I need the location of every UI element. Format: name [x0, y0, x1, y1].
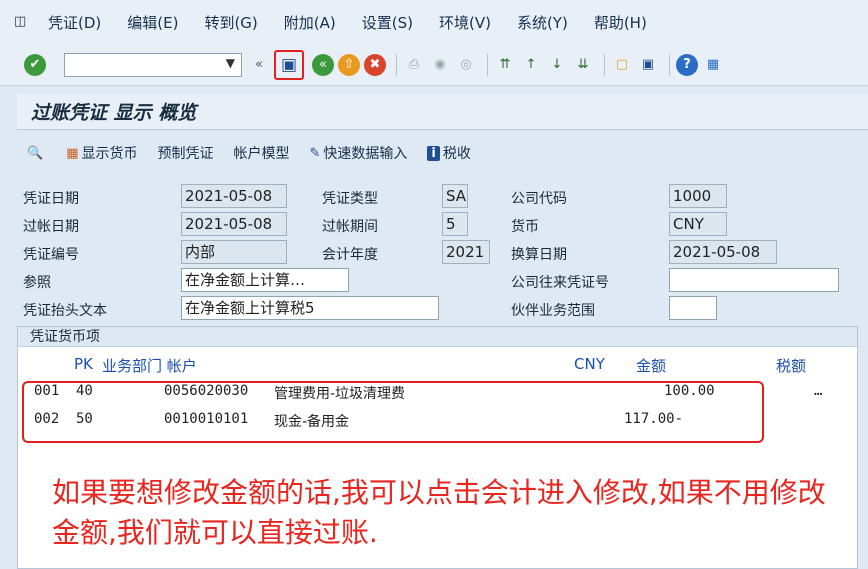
first-page-icon[interactable]: ⇈ [494, 54, 516, 76]
fiscal-year-label: 会计年度 [322, 247, 378, 263]
next-page-icon[interactable]: ↓ [546, 54, 568, 76]
display-currency-button[interactable]: ▦ 显示货币 [66, 143, 137, 163]
application-toolbar: 🔍 ▦ 显示货币 预制凭证 帐户模型 ✎ 快速数据输入 i 税收 [17, 136, 868, 170]
menu-bar: ◫ 凭证(D) 编辑(E) 转到(G) 附加(A) 设置(S) 环境(V) 系统… [0, 0, 868, 44]
back-icon[interactable]: « [312, 53, 334, 76]
currency-icon: ▦ [66, 145, 79, 161]
currency-field[interactable]: CNY [669, 212, 727, 236]
currency-label: 货币 [511, 219, 539, 235]
reference-field[interactable]: 在净金额上计算… [181, 268, 349, 292]
document-header: 凭证日期 2021-05-08 凭证类型 SA 公司代码 1000 过帐日期 2… [17, 178, 868, 326]
column-amount: 金额 [636, 357, 667, 375]
period-field[interactable]: 5 [442, 212, 468, 236]
line-items-panel: 凭证货币项 PK 业务部门 帐户 CNY 金额 税额 001 40 005602… [17, 326, 858, 569]
park-document-button[interactable]: 预制凭证 [157, 143, 213, 163]
fast-data-entry-button[interactable]: ✎ 快速数据输入 [309, 143, 407, 163]
annotation-text: 如果要想修改金额的话,我可以点击会计进入修改,如果不用修改金额,我们就可以直接过… [52, 476, 826, 549]
company-code-field[interactable]: 1000 [669, 184, 727, 208]
exit-icon[interactable]: ⇧ [338, 53, 360, 76]
column-dept-account: 业务部门 帐户 [102, 357, 197, 375]
posting-date-label: 过帐日期 [23, 219, 79, 235]
header-text-field[interactable]: 在净金额上计算税5 [181, 296, 439, 320]
cross-cc-label: 公司往来凭证号 [511, 275, 609, 291]
park-document-label: 预制凭证 [157, 146, 214, 162]
highlight-box [22, 381, 764, 443]
menu-help[interactable]: 帮助(H) [594, 12, 647, 33]
save-icon[interactable]: ▣ [278, 54, 300, 76]
find-icon[interactable]: ◉ [429, 54, 451, 76]
translation-date-label: 换算日期 [511, 247, 567, 263]
cancel-icon[interactable]: ✖ [364, 53, 386, 76]
reference-label: 参照 [23, 275, 51, 291]
doc-number-label: 凭证编号 [23, 247, 79, 263]
toolbar-separator [604, 53, 605, 76]
toolbar-separator [396, 53, 397, 76]
last-page-icon[interactable]: ⇊ [572, 54, 594, 76]
title-bar: 过账凭证 显示 概览 [17, 94, 868, 130]
print-icon[interactable]: ⎙ [403, 54, 425, 76]
period-label: 过帐期间 [322, 219, 378, 235]
column-currency: CNY [574, 355, 605, 373]
command-field[interactable]: ▼ [64, 52, 242, 77]
trading-partner-field[interactable] [669, 296, 717, 320]
chevron-down-icon[interactable]: ▼ [226, 56, 235, 70]
toolbar-separator [487, 53, 488, 76]
doc-number-field[interactable]: 内部 [181, 240, 287, 264]
enter-icon[interactable]: ✔ [24, 53, 46, 76]
trading-partner-label: 伙伴业务范围 [511, 303, 595, 319]
account-model-button[interactable]: 帐户模型 [233, 143, 289, 163]
company-code-label: 公司代码 [511, 191, 567, 207]
layout-icon[interactable]: ▦ [702, 54, 724, 76]
doc-date-label: 凭证日期 [23, 191, 79, 207]
new-session-icon[interactable]: ▢ [611, 54, 633, 76]
collapse-icon[interactable]: « [248, 54, 270, 76]
header-text-label: 凭证抬头文本 [23, 303, 107, 319]
magnifier-icon: 🔍 [27, 145, 44, 161]
info-icon: i [427, 145, 440, 161]
fast-data-entry-label: 快速数据输入 [323, 146, 408, 162]
menu-edit[interactable]: 编辑(E) [127, 12, 178, 33]
column-pk: PK [74, 355, 93, 373]
system-menu-icon[interactable]: ◫ [14, 14, 30, 30]
taxes-button[interactable]: i 税收 [427, 143, 471, 163]
translation-date-field[interactable]: 2021-05-08 [669, 240, 777, 264]
save-highlight: ▣ [274, 49, 304, 80]
fiscal-year-field[interactable]: 2021 [442, 240, 490, 264]
account-model-label: 帐户模型 [233, 146, 290, 162]
menu-environment[interactable]: 环境(V) [439, 12, 491, 33]
edit-icon: ✎ [309, 145, 321, 161]
help-icon[interactable]: ? [676, 53, 698, 76]
prev-page-icon[interactable]: ↑ [520, 54, 542, 76]
taxes-label: 税收 [442, 146, 471, 162]
doc-type-label: 凭证类型 [322, 191, 378, 207]
tax-amount: … [814, 383, 823, 399]
find-next-icon[interactable]: ◎ [455, 54, 477, 76]
menu-system[interactable]: 系统(Y) [517, 12, 568, 33]
page-title: 过账凭证 显示 概览 [31, 102, 197, 124]
posting-date-field[interactable]: 2021-05-08 [181, 212, 287, 236]
column-tax: 税额 [776, 357, 807, 375]
menu-document[interactable]: 凭证(D) [48, 12, 101, 33]
menu-extras[interactable]: 附加(A) [284, 12, 336, 33]
menu-goto[interactable]: 转到(G) [204, 12, 257, 33]
items-section-title: 凭证货币项 [18, 327, 857, 347]
doc-date-field[interactable]: 2021-05-08 [181, 184, 287, 208]
menu-settings[interactable]: 设置(S) [362, 12, 413, 33]
doc-type-field[interactable]: SA [442, 184, 468, 208]
standard-toolbar: ✔ ▼ « ▣ « ⇧ ✖ ⎙ ◉ ◎ ⇈ ↑ ↓ ⇊ ▢ ▣ ? ▦ [0, 44, 868, 86]
display-document-button[interactable]: 🔍 [27, 146, 46, 161]
shortcut-icon[interactable]: ▣ [637, 54, 659, 76]
toolbar-separator [669, 53, 670, 76]
display-currency-label: 显示货币 [81, 146, 138, 162]
cross-cc-field[interactable] [669, 268, 839, 292]
